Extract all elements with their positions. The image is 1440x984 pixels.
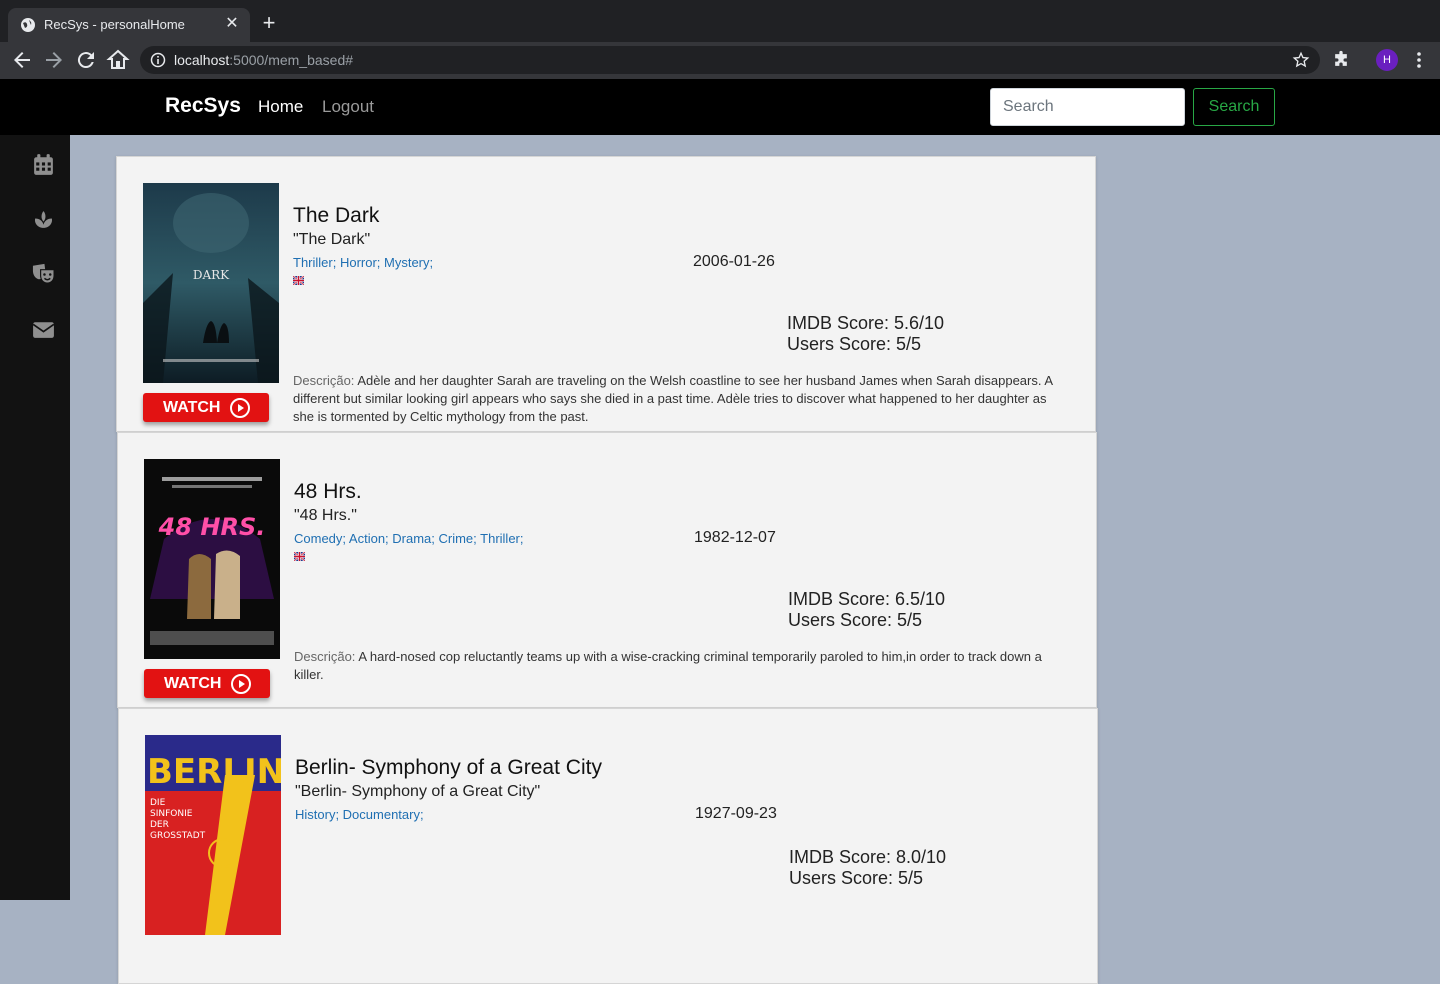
browser-tabstrip: RecSys - personalHome ✕ + [0,0,1440,42]
movie-description: Descrição: A hard-nosed cop reluctantly … [294,648,1064,684]
brand-logo[interactable]: RecSys [165,94,241,118]
movie-release-date: 2006-01-26 [693,253,775,270]
description-label: Descrição: [293,373,355,388]
calendar-icon[interactable] [31,152,56,177]
search-input[interactable] [990,88,1185,126]
poster-subtitle: DIE [150,798,166,808]
bookmark-star-icon[interactable] [1292,51,1310,69]
movie-card: DARK WATCH The Dark "The Dark" Thriller;… [116,156,1096,432]
movie-description: Descrição: Adèle and her daughter Sarah … [293,372,1063,426]
sidebar [0,135,70,900]
movie-title: 48 Hrs. [294,480,362,503]
app-navbar: RecSys Home Logout Search [0,79,1440,135]
description-text: A hard-nosed cop reluctantly teams up wi… [294,649,1042,682]
back-icon[interactable] [10,48,34,72]
globe-icon [21,18,35,32]
uk-flag-icon [294,552,305,561]
movie-genres[interactable]: Thriller; Horror; Mystery; [293,255,433,270]
watch-label: WATCH [163,399,221,416]
poster-subtitle: GROSSTADT [150,831,206,841]
new-tab-icon[interactable]: + [258,12,280,34]
movie-poster[interactable]: 48 HRS. [144,459,280,659]
movie-scores: IMDB Score: 6.5/10 Users Score: 5/5 [788,589,945,631]
profile-avatar[interactable]: H [1376,49,1398,71]
play-circle-icon [231,674,251,694]
browser-toolbar: localhost:5000/mem_based# H [0,42,1440,79]
tab-title: RecSys - personalHome [44,17,185,32]
movie-scores: IMDB Score: 5.6/10 Users Score: 5/5 [787,313,944,355]
poster-title: DARK [193,268,230,282]
close-tab-icon[interactable]: ✕ [222,14,242,34]
url-host: localhost [174,52,230,68]
imdb-score: IMDB Score: 8.0/10 [789,847,947,867]
forward-icon[interactable] [42,48,66,72]
description-label: Descrição: [294,649,356,664]
description-text: Adèle and her daughter Sarah are traveli… [293,373,1053,424]
nav-link-home[interactable]: Home [258,97,303,117]
users-score: Users Score: 5/5 [787,334,922,354]
movie-scores: IMDB Score: 8.0/10 Users Score: 5/5 [789,847,946,889]
movie-original-title: "Berlin- Symphony of a Great City" [295,783,541,800]
poster-title: BERLIN [147,752,281,792]
watch-button[interactable]: WATCH [143,393,269,422]
browser-tab[interactable]: RecSys - personalHome ✕ [8,8,250,42]
movie-card: BERLIN DIE SINFONIE DER GROSSTADT Berlin… [118,708,1098,984]
address-bar[interactable]: localhost:5000/mem_based# [140,46,1320,74]
movie-original-title: "The Dark" [293,231,371,248]
reload-icon[interactable] [74,48,98,72]
play-circle-icon [230,398,250,418]
movie-release-date: 1927-09-23 [695,805,777,822]
imdb-score: IMDB Score: 6.5/10 [788,589,946,609]
watch-label: WATCH [164,675,222,692]
search-button[interactable]: Search [1193,88,1275,126]
url-text: localhost:5000/mem_based# [174,52,353,68]
theater-masks-icon[interactable] [31,261,56,286]
movie-genres[interactable]: Comedy; Action; Drama; Crime; Thriller; [294,531,524,546]
imdb-score: IMDB Score: 5.6/10 [787,313,945,333]
home-icon[interactable] [106,48,130,72]
movie-original-title: "48 Hrs." [294,507,357,524]
poster-title: 48 HRS. [158,513,266,541]
watch-button[interactable]: WATCH [144,669,270,698]
users-score: Users Score: 5/5 [788,610,923,630]
url-path: :5000/mem_based# [229,52,354,68]
movie-release-date: 1982-12-07 [694,529,776,546]
nav-link-logout[interactable]: Logout [322,97,374,117]
users-score: Users Score: 5/5 [789,868,924,888]
seedling-icon[interactable] [31,207,56,232]
movie-title: The Dark [293,204,380,227]
poster-subtitle: SINFONIE [150,809,193,819]
info-icon[interactable] [150,52,166,68]
poster-subtitle: DER [150,820,169,830]
movie-title: Berlin- Symphony of a Great City [295,756,602,779]
extensions-puzzle-icon[interactable] [1331,50,1351,70]
browser-menu-icon[interactable] [1409,50,1429,70]
envelope-icon[interactable] [31,317,56,342]
movie-card: 48 HRS. WATCH 48 Hrs. "48 Hrs." Comedy; … [117,432,1097,708]
movie-genres[interactable]: History; Documentary; [295,807,424,822]
uk-flag-icon [293,276,304,285]
movie-poster[interactable]: BERLIN DIE SINFONIE DER GROSSTADT [145,735,281,935]
movie-poster[interactable]: DARK [143,183,279,383]
